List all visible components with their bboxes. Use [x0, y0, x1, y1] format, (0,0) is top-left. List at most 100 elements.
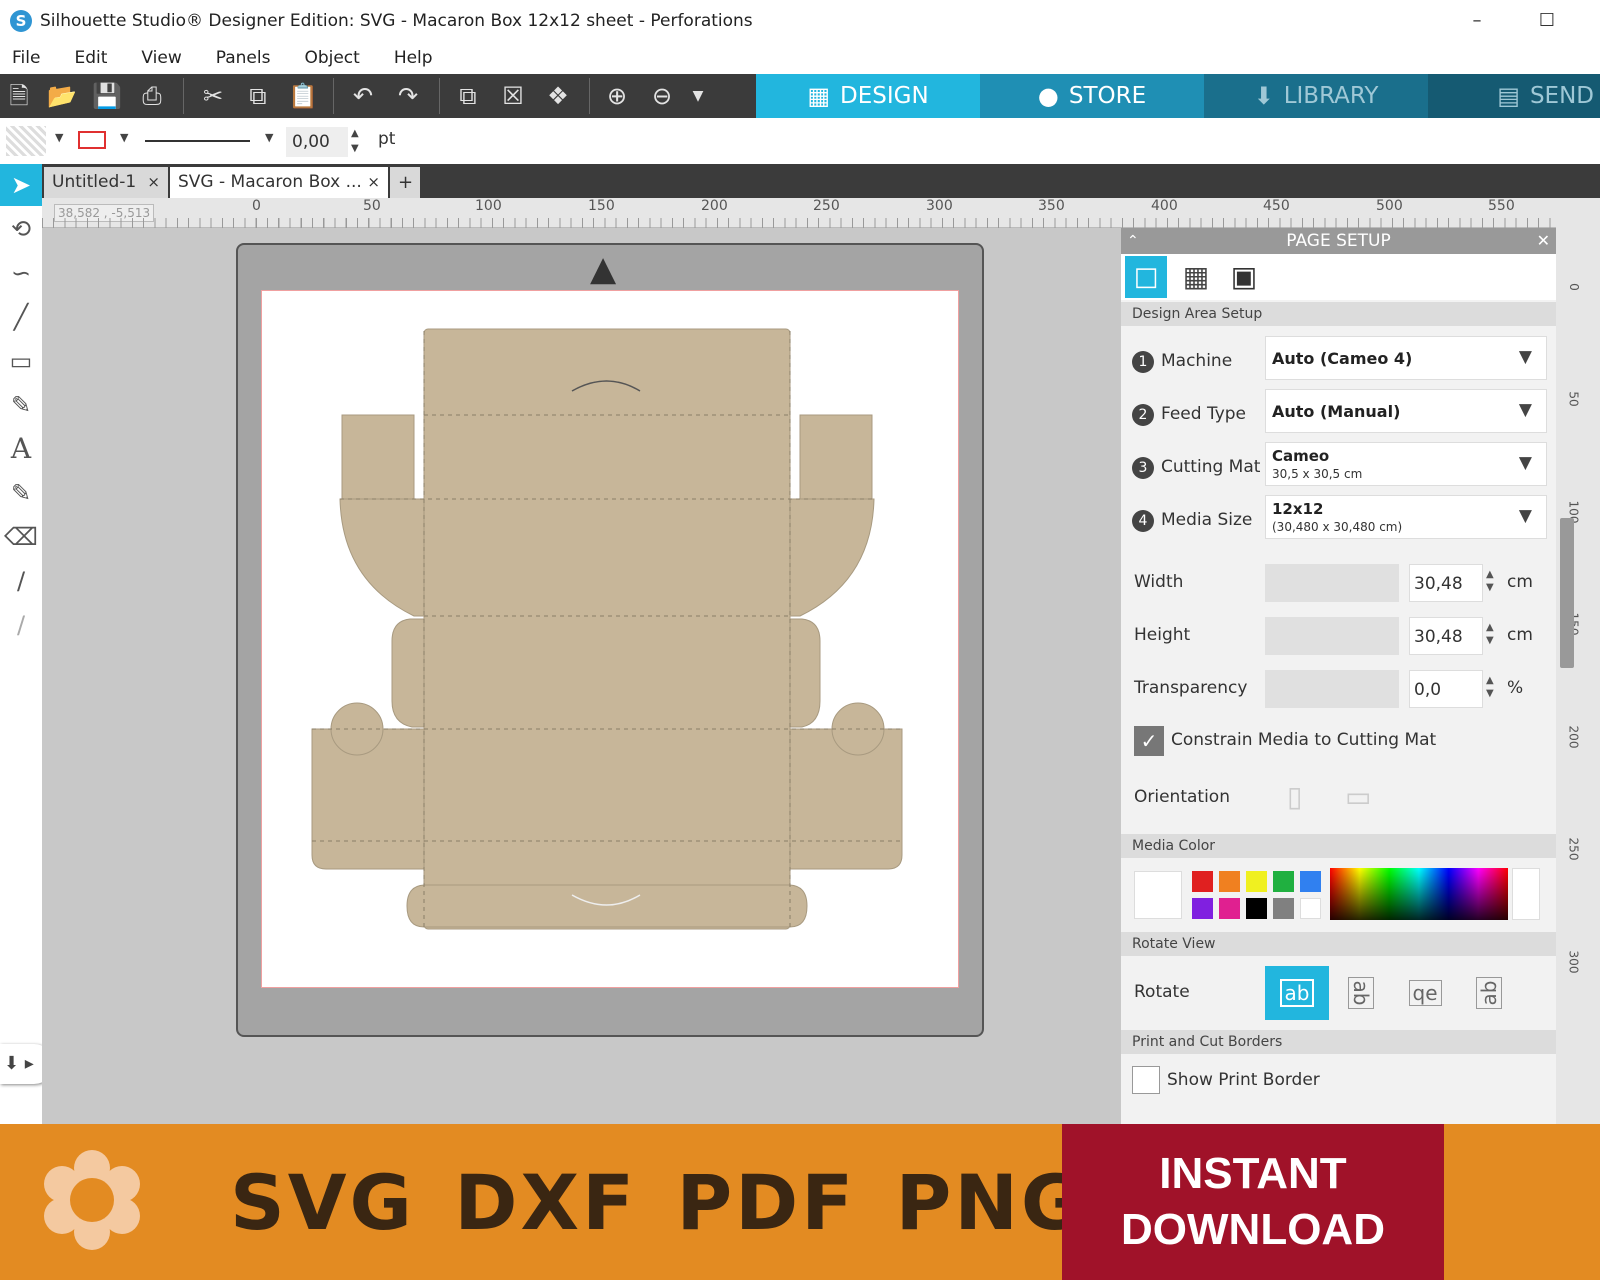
- landscape-orientation-icon[interactable]: ▭: [1345, 780, 1371, 813]
- ungroup-icon[interactable]: ☒: [498, 81, 528, 111]
- show-print-border-label: Show Print Border: [1167, 1070, 1320, 1090]
- menu-view[interactable]: View: [124, 48, 198, 68]
- height-slider[interactable]: [1265, 617, 1399, 655]
- paste-icon[interactable]: 📋: [288, 81, 318, 111]
- point-edit-tool-icon[interactable]: ⟲: [0, 208, 42, 250]
- doc-tab-macaron[interactable]: SVG - Macaron Box ... ×: [170, 167, 388, 198]
- width-input[interactable]: 30,48: [1409, 564, 1483, 602]
- portrait-orientation-icon[interactable]: ▯: [1287, 780, 1302, 813]
- height-spinner-icon[interactable]: ▲ ▼: [1486, 621, 1494, 647]
- machine-dropdown[interactable]: Auto (Cameo 4) ▼: [1265, 336, 1547, 380]
- color-swatch[interactable]: [1300, 898, 1321, 919]
- redo-icon[interactable]: ↷: [393, 81, 423, 111]
- eyedropper-tool-icon[interactable]: ∕: [0, 604, 42, 646]
- chevron-down-icon: ▼: [1518, 506, 1532, 526]
- vertical-scrollbar-thumb[interactable]: [1560, 518, 1574, 668]
- transparency-spinner-icon[interactable]: ▲ ▼: [1486, 674, 1494, 700]
- constrain-checkbox[interactable]: ✓: [1134, 726, 1164, 756]
- rotate-90-button[interactable]: ab: [1334, 961, 1388, 1025]
- tab-library[interactable]: ⬇ LIBRARY: [1204, 74, 1428, 118]
- menu-edit[interactable]: Edit: [57, 48, 124, 68]
- transparency-input[interactable]: 0,0: [1409, 670, 1483, 708]
- zoom-out-icon[interactable]: ⊖: [647, 81, 677, 111]
- fill-swatch-icon[interactable]: [6, 126, 46, 156]
- media-size-dropdown[interactable]: 12x12 (30,480 x 30,480 cm) ▼: [1265, 495, 1547, 539]
- draw-box-tool-icon[interactable]: ✎: [0, 472, 42, 514]
- ruler-ticks: [42, 218, 1558, 228]
- knife-tool-icon[interactable]: ∕: [0, 560, 42, 602]
- close-tab-icon[interactable]: ×: [147, 167, 160, 198]
- line-width-spinner-icon[interactable]: ▲ ▼: [351, 126, 359, 156]
- color-brightness-slider[interactable]: [1512, 868, 1540, 920]
- minimize-button[interactable]: –: [1457, 6, 1497, 36]
- add-tab-button[interactable]: +: [390, 167, 420, 198]
- zoom-dropdown-icon[interactable]: ▼: [683, 81, 713, 111]
- color-swatch[interactable]: [1246, 871, 1267, 892]
- window-title: Silhouette Studio® Designer Edition: SVG…: [40, 11, 753, 31]
- line-color-dropdown-icon[interactable]: ▼: [120, 131, 128, 144]
- color-swatch[interactable]: [1219, 871, 1240, 892]
- line-style-preview[interactable]: [145, 140, 250, 142]
- menu-panels[interactable]: Panels: [199, 48, 288, 68]
- registration-marks-tab-icon[interactable]: ▣: [1223, 256, 1265, 298]
- doc-tab-label: Untitled-1: [52, 172, 137, 192]
- text-tool-icon[interactable]: A: [0, 428, 42, 470]
- width-slider[interactable]: [1265, 564, 1399, 602]
- rotate-0-button[interactable]: ab: [1265, 966, 1329, 1020]
- menu-help[interactable]: Help: [377, 48, 450, 68]
- feed-type-dropdown[interactable]: Auto (Manual) ▼: [1265, 389, 1547, 433]
- print-icon[interactable]: ⎙: [137, 81, 167, 111]
- color-swatch[interactable]: [1300, 871, 1321, 892]
- line-style-dropdown-icon[interactable]: ▼: [265, 131, 273, 144]
- rectangle-tool-icon[interactable]: ▭: [0, 340, 42, 382]
- show-print-border-checkbox[interactable]: [1132, 1066, 1160, 1094]
- line-tool-icon[interactable]: ╱: [0, 296, 42, 338]
- rotate-180-button[interactable]: qe: [1393, 966, 1457, 1020]
- color-swatch[interactable]: [1246, 898, 1267, 919]
- transparency-slider[interactable]: [1265, 670, 1399, 708]
- color-swatch[interactable]: [1192, 898, 1213, 919]
- close-tab-icon[interactable]: ×: [367, 167, 380, 198]
- line-color-swatch-icon[interactable]: [78, 131, 106, 149]
- doc-tab-untitled[interactable]: Untitled-1 ×: [44, 167, 168, 198]
- cut-icon[interactable]: ✂: [198, 81, 228, 111]
- new-document-icon[interactable]: 🗎: [4, 81, 34, 111]
- pencil-tool-icon[interactable]: ✎: [0, 384, 42, 426]
- macaron-box-template[interactable]: [262, 291, 958, 987]
- page-setup-tab-icon[interactable]: □: [1125, 256, 1167, 298]
- line-width-input[interactable]: 0,00: [286, 127, 348, 157]
- close-panel-icon[interactable]: ✕: [1537, 228, 1550, 254]
- color-swatch[interactable]: [1192, 871, 1213, 892]
- ruler-tick-label: 400: [1151, 198, 1178, 214]
- color-spectrum-picker[interactable]: [1330, 868, 1508, 920]
- width-spinner-icon[interactable]: ▲ ▼: [1486, 568, 1494, 594]
- fill-dropdown-icon[interactable]: ▼: [55, 131, 63, 144]
- compound-path-icon[interactable]: ❖: [543, 81, 573, 111]
- height-input[interactable]: 30,48: [1409, 617, 1483, 655]
- tab-store[interactable]: ● STORE: [980, 74, 1204, 118]
- tab-library-label: LIBRARY: [1283, 83, 1379, 109]
- tab-send[interactable]: ▤ SEND: [1428, 74, 1600, 118]
- save-icon[interactable]: 💾: [92, 81, 122, 111]
- cutting-mat-dropdown[interactable]: Cameo 30,5 x 30,5 cm ▼: [1265, 442, 1547, 486]
- rotate-270-button[interactable]: ab: [1462, 961, 1516, 1025]
- grid-settings-tab-icon[interactable]: ▦: [1175, 256, 1217, 298]
- tab-design[interactable]: ▦ DESIGN: [756, 74, 980, 118]
- group-icon[interactable]: ⧉: [453, 81, 483, 111]
- color-swatch[interactable]: [1219, 898, 1240, 919]
- panel-title: PAGE SETUP: [1286, 231, 1391, 251]
- rotate-0-label: ab: [1279, 979, 1315, 1007]
- copy-icon[interactable]: ⧉: [243, 81, 273, 111]
- color-swatch[interactable]: [1273, 898, 1294, 919]
- select-tool-icon[interactable]: ➤: [0, 164, 42, 206]
- open-folder-icon[interactable]: 📂: [47, 81, 77, 111]
- curve-tool-icon[interactable]: ∽: [0, 252, 42, 294]
- undo-icon[interactable]: ↶: [348, 81, 378, 111]
- color-swatch[interactable]: [1273, 871, 1294, 892]
- zoom-in-icon[interactable]: ⊕: [602, 81, 632, 111]
- menu-object[interactable]: Object: [287, 48, 376, 68]
- menu-file[interactable]: File: [0, 48, 57, 68]
- maximize-button[interactable]: ☐: [1527, 6, 1567, 36]
- eraser-tool-icon[interactable]: ⌫: [0, 516, 42, 558]
- collapse-panel-icon[interactable]: ⌃: [1127, 228, 1139, 254]
